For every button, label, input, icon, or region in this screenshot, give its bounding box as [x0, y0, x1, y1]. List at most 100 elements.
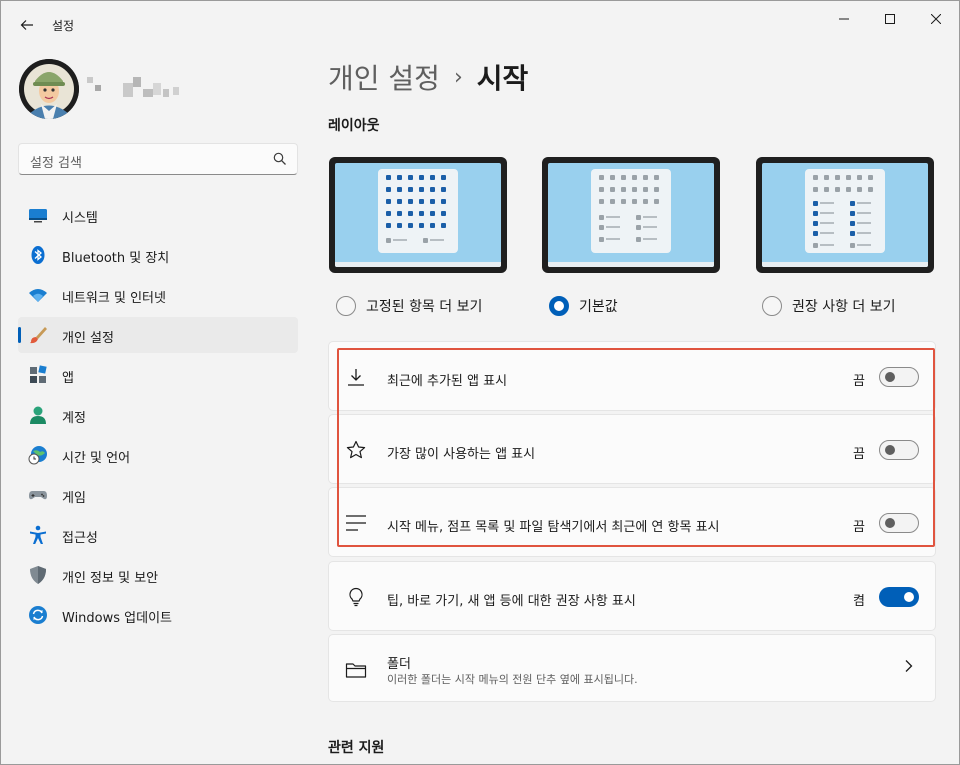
thumb-dot: [441, 223, 446, 228]
thumb-dot: [850, 231, 855, 236]
thumb-dot: [441, 199, 446, 204]
sidebar-item-label: 접근성: [62, 531, 98, 546]
close-button[interactable]: [913, 7, 959, 31]
search-input[interactable]: 설정 검색: [18, 143, 298, 175]
toggle-switch[interactable]: [879, 367, 919, 387]
thumb-dot: [408, 187, 413, 192]
setting-label: 시작 메뉴, 점프 목록 및 파일 탐색기에서 최근에 연 항목 표시: [387, 520, 720, 535]
chevron-right-icon: [905, 660, 913, 672]
thumb-dot: [824, 187, 829, 192]
sidebar-item-network[interactable]: 네트워크 및 인터넷: [18, 277, 298, 313]
thumb-dot: [419, 199, 424, 204]
thumb-dot: [419, 175, 424, 180]
folder-icon: [345, 659, 367, 681]
layout-preview-more-recommendations[interactable]: [756, 157, 934, 273]
sidebar-item-accessibility[interactable]: 접근성: [18, 517, 298, 553]
minimize-button[interactable]: [821, 7, 867, 31]
radio-label: 기본값: [579, 299, 618, 315]
layout-preview-more-pins[interactable]: [329, 157, 507, 273]
apps-icon: [28, 365, 48, 385]
sidebar-item-privacy[interactable]: 개인 정보 및 보안: [18, 557, 298, 593]
avatar-image: [19, 59, 79, 119]
thumb-dot: [654, 187, 659, 192]
sidebar-item-time-language[interactable]: 시간 및 언어: [18, 437, 298, 473]
layout-preview-default[interactable]: [542, 157, 720, 273]
thumb-dot: [632, 199, 637, 204]
thumb-dot: [430, 199, 435, 204]
thumb-dot: [857, 175, 862, 180]
radio-more-pins[interactable]: 고정된 항목 더 보기: [336, 295, 482, 317]
thumb-dot: [813, 175, 818, 180]
thumb-dot: [636, 215, 641, 220]
sidebar-item-system[interactable]: 시스템: [18, 197, 298, 233]
thumb-dot: [397, 175, 402, 180]
thumb-dot: [813, 201, 818, 206]
shield-icon: [28, 565, 48, 585]
setting-most-used-apps: 가장 많이 사용하는 앱 표시 끔: [328, 414, 936, 484]
sidebar-item-bluetooth[interactable]: Bluetooth 및 장치: [18, 237, 298, 273]
toggle-switch[interactable]: [879, 513, 919, 533]
sidebar-item-label: 시간 및 언어: [62, 451, 131, 466]
radio-default[interactable]: 기본값: [549, 295, 618, 317]
thumb-dot: [813, 187, 818, 192]
thumb-dot: [813, 221, 818, 226]
back-button[interactable]: [15, 13, 39, 37]
avatar[interactable]: [19, 59, 79, 119]
thumb-dot: [430, 175, 435, 180]
thumb-dot: [430, 223, 435, 228]
toggle-switch[interactable]: [879, 440, 919, 460]
thumb-line: [643, 226, 657, 228]
setting-folders[interactable]: 폴더 이러한 폴더는 시작 메뉴의 전원 단추 옆에 표시됩니다.: [328, 634, 936, 702]
toggle-switch[interactable]: [879, 587, 919, 607]
radio-label: 권장 사항 더 보기: [792, 299, 896, 315]
thumb-dot: [599, 199, 604, 204]
setting-label: 가장 많이 사용하는 앱 표시: [387, 447, 536, 462]
thumb-dot: [654, 175, 659, 180]
thumb-line: [606, 226, 620, 228]
thumb-line: [820, 244, 834, 246]
layout-section-title: 레이아웃: [328, 118, 380, 134]
thumb-dot: [850, 243, 855, 248]
accessibility-icon: [28, 525, 48, 545]
breadcrumb-parent[interactable]: 개인 설정: [328, 57, 440, 97]
thumb-dot: [813, 211, 818, 216]
layout-screen: [335, 163, 501, 267]
thumb-dot: [621, 175, 626, 180]
sidebar-item-apps[interactable]: 앱: [18, 357, 298, 393]
thumb-dot: [441, 187, 446, 192]
thumb-dot: [423, 238, 428, 243]
toggle-state-text: 켬: [853, 594, 865, 609]
maximize-button[interactable]: [867, 7, 913, 31]
username-redacted: [87, 75, 187, 101]
related-support-title: 관련 지원: [328, 740, 385, 756]
setting-label: 폴더: [387, 657, 411, 672]
thumb-dot: [813, 243, 818, 248]
thumb-dot: [599, 215, 604, 220]
bluetooth-icon: [28, 245, 48, 265]
sidebar-item-personalization[interactable]: 개인 설정: [18, 317, 298, 353]
thumb-dot: [610, 175, 615, 180]
toggle-state-text: 끔: [853, 374, 865, 389]
thumb-line: [857, 212, 871, 214]
thumb-dot: [430, 187, 435, 192]
thumb-dot: [654, 199, 659, 204]
thumb-dot: [835, 175, 840, 180]
thumb-dot: [408, 175, 413, 180]
thumb-dot: [419, 187, 424, 192]
thumb-line: [820, 232, 834, 234]
sidebar-item-windows-update[interactable]: Windows 업데이트: [18, 597, 298, 633]
system-icon: [28, 205, 48, 225]
radio-label: 고정된 항목 더 보기: [366, 299, 483, 315]
sidebar-item-gaming[interactable]: 게임: [18, 477, 298, 513]
thumb-dot: [441, 211, 446, 216]
sidebar-item-label: 네트워크 및 인터넷: [62, 291, 166, 306]
thumb-dot: [621, 199, 626, 204]
radio-circle: [336, 296, 356, 316]
thumb-dot: [846, 175, 851, 180]
thumb-dot: [397, 211, 402, 216]
thumb-dot: [632, 175, 637, 180]
gamepad-icon: [28, 485, 48, 505]
thumb-dot: [441, 175, 446, 180]
radio-more-recommendations[interactable]: 권장 사항 더 보기: [762, 295, 896, 317]
sidebar-item-accounts[interactable]: 계정: [18, 397, 298, 433]
